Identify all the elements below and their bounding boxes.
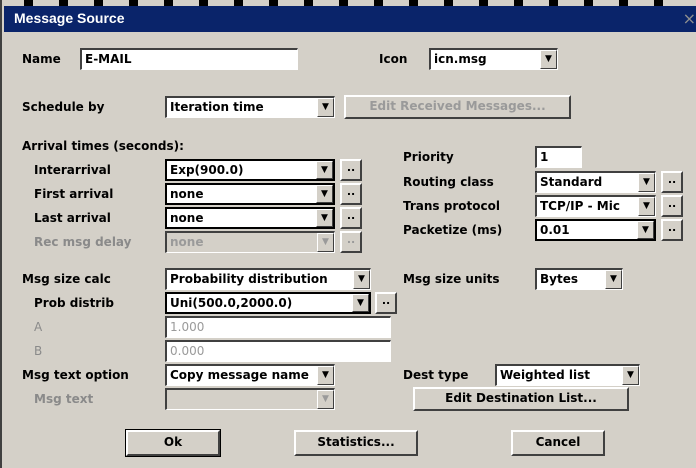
title-bar: Message Source × <box>4 6 696 32</box>
close-icon[interactable]: × <box>683 9 696 28</box>
dest-type-value: Weighted list <box>500 368 590 382</box>
chevron-down-icon[interactable]: ▼ <box>317 390 334 409</box>
icon-select-value: icn.msg <box>434 52 487 66</box>
schedule-select[interactable]: Iteration time ▼ <box>165 96 335 118</box>
routing-class-select[interactable]: Standard ▼ <box>535 171 656 193</box>
routing-class-label: Routing class <box>403 175 494 189</box>
edit-destination-list-button[interactable]: Edit Destination List... <box>413 387 629 411</box>
msg-size-calc-select[interactable]: Probability distribution ▼ <box>165 268 371 290</box>
routing-class-edit-button[interactable]: .. <box>661 171 683 193</box>
trans-protocol-value: TCP/IP - Mic <box>540 199 620 213</box>
chevron-down-icon[interactable]: ▼ <box>316 161 333 179</box>
chevron-down-icon[interactable]: ▼ <box>637 221 654 239</box>
interarrival-label: Interarrival <box>34 163 111 177</box>
param-a-input[interactable]: 1.000 <box>165 316 391 338</box>
msg-text-select[interactable]: ▼ <box>165 388 335 410</box>
chevron-down-icon[interactable]: ▼ <box>638 197 655 216</box>
rec-msg-delay-select-value: none <box>170 235 204 249</box>
schedule-select-value: Iteration time <box>170 100 264 114</box>
msg-size-units-label: Msg size units <box>403 272 500 286</box>
last-arrival-select[interactable]: none ▼ <box>165 207 335 229</box>
prob-distrib-edit-button[interactable]: .. <box>375 292 397 314</box>
packetize-select[interactable]: 0.01 ▼ <box>535 219 656 241</box>
edit-received-messages-button[interactable]: Edit Received Messages... <box>344 95 571 119</box>
ok-button[interactable]: Ok <box>125 429 221 457</box>
param-a-label: A <box>34 320 43 334</box>
msg-size-units-select[interactable]: Bytes ▼ <box>535 268 623 290</box>
chevron-down-icon[interactable]: ▼ <box>317 366 334 385</box>
icon-select[interactable]: icn.msg ▼ <box>429 48 558 70</box>
prob-distrib-select[interactable]: Uni(500.0,2000.0) ▼ <box>165 292 371 314</box>
routing-class-value: Standard <box>540 175 603 189</box>
msg-text-option-select[interactable]: Copy message name ▼ <box>165 364 335 386</box>
last-arrival-edit-button[interactable]: .. <box>340 207 362 229</box>
msg-size-calc-value: Probability distribution <box>170 272 328 286</box>
msg-size-calc-label: Msg size calc <box>22 272 111 286</box>
icon-label: Icon <box>379 52 408 66</box>
chevron-down-icon[interactable]: ▼ <box>605 270 622 289</box>
name-label: Name <box>22 52 61 66</box>
cancel-button[interactable]: Cancel <box>511 430 605 456</box>
chevron-down-icon[interactable]: ▼ <box>353 270 370 289</box>
chevron-down-icon[interactable]: ▼ <box>316 209 333 227</box>
chevron-down-icon[interactable]: ▼ <box>540 50 557 69</box>
schedule-label: Schedule by <box>22 100 105 114</box>
rec-msg-delay-label: Rec msg delay <box>34 235 132 249</box>
first-arrival-select[interactable]: none ▼ <box>165 183 335 205</box>
dest-type-select[interactable]: Weighted list ▼ <box>495 364 640 386</box>
msg-text-label: Msg text <box>34 392 94 406</box>
dest-type-label: Dest type <box>403 368 469 382</box>
arrival-times-header: Arrival times (seconds): <box>22 139 184 153</box>
msg-text-option-value: Copy message name <box>170 368 309 382</box>
chevron-down-icon[interactable]: ▼ <box>352 294 369 312</box>
packetize-value: 0.01 <box>540 223 570 237</box>
interarrival-edit-button[interactable]: .. <box>340 159 362 181</box>
first-arrival-label: First arrival <box>34 187 114 201</box>
priority-label: Priority <box>403 150 454 164</box>
chevron-down-icon[interactable]: ▼ <box>316 185 333 203</box>
chevron-down-icon[interactable]: ▼ <box>638 173 655 192</box>
prob-distrib-label: Prob distrib <box>34 296 114 310</box>
trans-protocol-edit-button[interactable]: .. <box>661 195 683 217</box>
chevron-down-icon[interactable]: ▼ <box>317 98 334 117</box>
rec-msg-delay-edit-button[interactable]: .. <box>340 231 362 253</box>
statistics-button[interactable]: Statistics... <box>294 430 418 456</box>
rec-msg-delay-select[interactable]: none ▼ <box>165 231 335 253</box>
prob-distrib-value: Uni(500.0,2000.0) <box>170 296 293 310</box>
last-arrival-label: Last arrival <box>34 211 111 225</box>
chevron-down-icon[interactable]: ▼ <box>622 366 639 385</box>
packetize-edit-button[interactable]: .. <box>661 219 683 241</box>
name-input[interactable]: E-MAIL <box>80 48 298 70</box>
first-arrival-edit-button[interactable]: .. <box>340 183 362 205</box>
last-arrival-select-value: none <box>170 211 204 225</box>
interarrival-select[interactable]: Exp(900.0) ▼ <box>165 159 335 181</box>
first-arrival-select-value: none <box>170 187 204 201</box>
msg-size-units-value: Bytes <box>540 272 578 286</box>
priority-input[interactable]: 1 <box>535 146 582 168</box>
param-b-input[interactable]: 0.000 <box>165 340 391 362</box>
msg-text-option-label: Msg text option <box>22 368 129 382</box>
trans-protocol-label: Trans protocol <box>403 199 500 213</box>
dialog-title: Message Source <box>14 10 125 26</box>
interarrival-select-value: Exp(900.0) <box>170 163 244 177</box>
message-source-dialog: Message Source × Name E-MAIL Icon icn.ms… <box>0 0 696 468</box>
param-b-label: B <box>34 344 43 358</box>
chevron-down-icon[interactable]: ▼ <box>317 233 334 252</box>
packetize-label: Packetize (ms) <box>403 223 503 237</box>
trans-protocol-select[interactable]: TCP/IP - Mic ▼ <box>535 195 656 217</box>
